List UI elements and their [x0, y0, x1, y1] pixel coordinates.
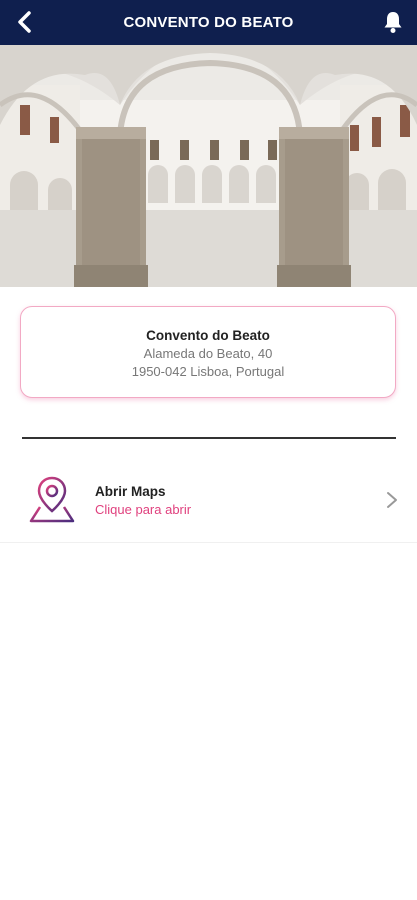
page-title: CONVENTO DO BEATO	[123, 14, 294, 31]
location-card: Convento do Beato Alameda do Beato, 40 1…	[20, 306, 396, 398]
chevron-left-icon	[18, 11, 31, 33]
venue-name: Convento do Beato	[146, 328, 270, 343]
bell-icon	[384, 12, 402, 33]
open-maps-title: Abrir Maps	[95, 484, 166, 499]
app-header: CONVENTO DO BEATO	[0, 0, 417, 45]
address-line-1: Alameda do Beato, 40	[143, 346, 273, 361]
back-button[interactable]	[10, 8, 38, 36]
section-divider	[22, 437, 396, 439]
notifications-button[interactable]	[379, 8, 407, 36]
hero-photo	[0, 45, 417, 287]
open-maps-subtitle: Clique para abrir	[95, 502, 192, 517]
address-line-2: 1950-042 Lisboa, Portugal	[131, 364, 285, 379]
map-pin-icon	[29, 476, 75, 523]
chevron-right-icon	[387, 492, 397, 508]
open-maps-button[interactable]: Abrir Maps Clique para abrir	[0, 462, 417, 543]
convent-cloister-illustration	[0, 45, 417, 287]
